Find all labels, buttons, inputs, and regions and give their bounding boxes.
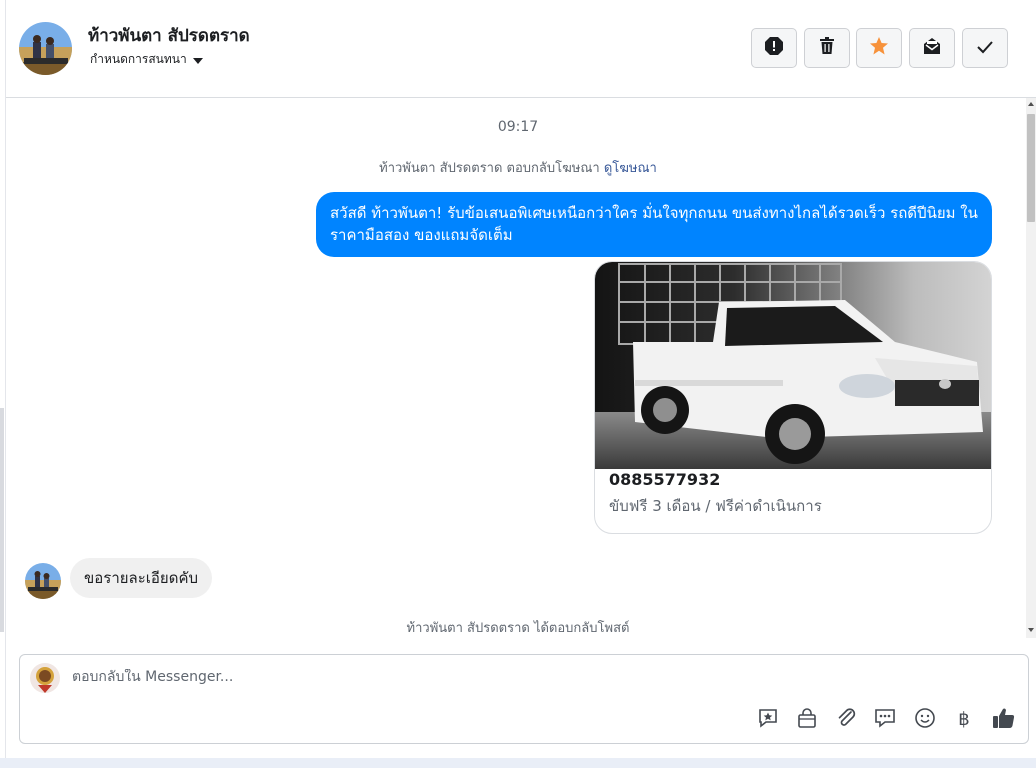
saved-reply-icon <box>757 707 779 733</box>
ad-reply-text: ท้าวพันตา สัปรดตราด ตอบกลับโฆษณา <box>379 161 600 176</box>
check-icon <box>976 39 994 58</box>
left-panel-edge <box>0 0 6 758</box>
incoming-message-bubble: ขอรายละเอียดคับ <box>70 558 213 598</box>
shop-button[interactable] <box>794 707 820 733</box>
chat-scrollbar[interactable] <box>1026 98 1036 638</box>
star-button[interactable] <box>856 28 902 68</box>
ad-card-subtitle: ขับฟรี 3 เดือน / ฟรีค่าดำเนินการ <box>609 497 822 515</box>
contact-name: ท้าวพันตา สัปรดตราด <box>88 26 250 46</box>
shop-bag-icon <box>796 707 818 733</box>
attach-button[interactable] <box>833 707 859 733</box>
contact-avatar[interactable] <box>19 22 72 75</box>
like-button[interactable] <box>991 707 1017 733</box>
scroll-up-arrow-icon[interactable] <box>1028 102 1034 106</box>
ad-card[interactable]: 0885577932 ขับฟรี 3 เดือน / ฟรีค่าดำเนิน… <box>594 261 992 534</box>
bottom-strip <box>0 758 1036 768</box>
messenger-inbox-window: ท้าวพันตา สัปรดตราด กำหนดการสนทนา 09:17 … <box>0 0 1036 768</box>
ad-card-image <box>595 262 991 469</box>
quick-reply-button[interactable] <box>872 707 898 733</box>
post-reply-notice: ท้าวพันตา สัปรดตราด ได้ตอบกลับโพสต์ <box>406 621 630 636</box>
quick-reply-icon <box>874 707 896 733</box>
trash-icon <box>819 37 835 59</box>
emoji-icon <box>914 707 936 733</box>
assign-conversation-dropdown[interactable]: กำหนดการสนทนา <box>90 50 203 69</box>
baht-icon: ฿ <box>958 709 970 730</box>
thumbs-up-icon <box>992 706 1016 734</box>
assign-conversation-label: กำหนดการสนทนา <box>90 52 187 66</box>
attachment-icon <box>835 707 857 733</box>
star-icon <box>869 36 889 60</box>
envelope-icon <box>922 37 942 59</box>
page-avatar <box>30 663 60 693</box>
outgoing-message-bubble: สวัสดี ท้าวพันตา! รับข้อเสนอพิเศษเหนือกว… <box>316 192 992 257</box>
sender-avatar <box>25 563 61 599</box>
left-panel-scroll-indicator <box>0 408 4 632</box>
report-button[interactable] <box>751 28 797 68</box>
done-button[interactable] <box>962 28 1008 68</box>
payment-button[interactable]: ฿ <box>951 707 977 733</box>
view-ad-link[interactable]: ดูโฆษณา <box>604 161 657 176</box>
saved-reply-button[interactable] <box>755 707 781 733</box>
delete-button[interactable] <box>804 28 850 68</box>
chevron-down-icon <box>192 57 203 64</box>
message-composer: ฿ <box>19 654 1029 744</box>
reply-input[interactable] <box>72 669 972 685</box>
alert-icon <box>764 36 784 60</box>
emoji-button[interactable] <box>912 707 938 733</box>
message-timestamp: 09:17 <box>497 119 539 135</box>
mark-unread-button[interactable] <box>909 28 955 68</box>
conversation-header: ท้าวพันตา สัปรดตราด กำหนดการสนทนา <box>6 0 1036 98</box>
ad-card-title: 0885577932 <box>609 470 721 489</box>
ad-reply-notice: ท้าวพันตา สัปรดตราด ตอบกลับโฆษณา ดูโฆษณา <box>0 157 1036 178</box>
